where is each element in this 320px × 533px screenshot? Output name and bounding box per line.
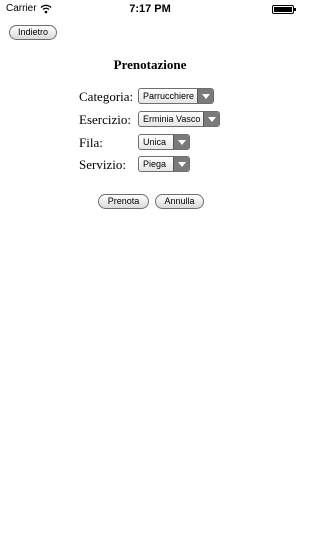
page-title: Prenotazione <box>113 57 187 72</box>
chevron-down-icon <box>173 135 189 149</box>
status-time: 7:17 PM <box>129 3 171 15</box>
service-label: Servizio: <box>79 157 126 172</box>
service-select[interactable]: Piega <box>138 156 190 172</box>
chevron-down-icon <box>173 157 189 171</box>
queue-select-value: Unica <box>143 137 167 147</box>
book-button[interactable]: Prenota <box>98 194 149 209</box>
category-label: Categoria: <box>79 89 134 104</box>
chevron-down-icon <box>197 89 213 103</box>
service-select-value: Piega <box>143 159 167 169</box>
business-select[interactable]: Erminia Vasco <box>138 111 220 127</box>
battery-icon <box>272 5 296 14</box>
queue-label: Fila: <box>79 135 103 150</box>
business-label: Esercizio: <box>79 112 131 127</box>
cancel-button[interactable]: Annulla <box>155 194 204 209</box>
chevron-down-icon <box>203 112 219 126</box>
queue-select[interactable]: Unica <box>138 134 190 150</box>
status-bar: Carrier 7:17 PM <box>0 0 300 20</box>
category-select-value: Parrucchiere <box>143 91 195 101</box>
back-button[interactable]: Indietro <box>9 25 57 40</box>
category-select[interactable]: Parrucchiere <box>138 88 214 104</box>
business-select-value: Erminia Vasco <box>143 114 201 124</box>
